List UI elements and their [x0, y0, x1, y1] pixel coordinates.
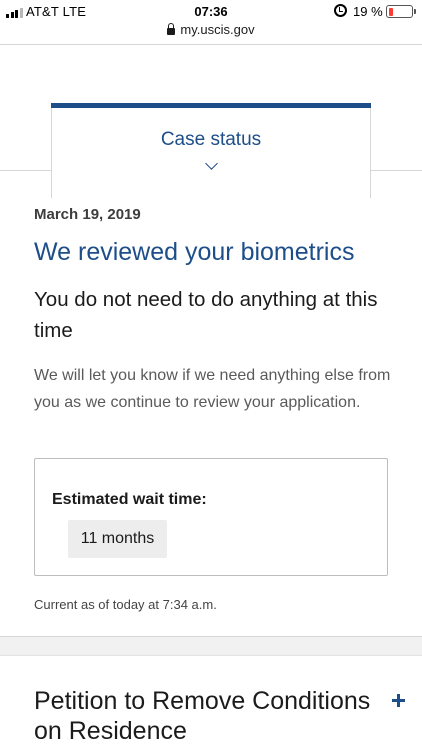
tab-case-status[interactable]: Case status [51, 103, 371, 198]
battery-level [388, 7, 393, 16]
case-card-petition[interactable]: Petition to Remove Conditions on Residen… [0, 655, 422, 750]
wait-time-box: Estimated wait time: 11 months [34, 458, 388, 576]
wait-time-value: 11 months [68, 520, 167, 558]
wait-time-label: Estimated wait time: [52, 491, 207, 508]
divider [0, 44, 422, 45]
clipped-text-right: ▔▔▔▔▔▔▔▔▔▔▔ [214, 34, 350, 44]
status-bar: AT&T LTE 07:36 19 % [0, 0, 422, 24]
clipped-content-remnant: ▔▔▔▔▔▔▔▔▔▔ ▔▔▔▔▔▔▔▔▔▔▔ [0, 34, 422, 44]
tab-label: Case status [160, 129, 262, 150]
battery-cap [414, 9, 416, 14]
section-gap [0, 637, 422, 655]
battery-percent: 19 % [353, 4, 383, 19]
alarm-icon [334, 4, 347, 17]
tab-active-indicator [51, 103, 371, 108]
plus-icon[interactable] [392, 694, 405, 707]
clipped-text-left: ▔▔▔▔▔▔▔▔▔▔ [34, 34, 158, 44]
status-title: We reviewed your biometrics [34, 238, 355, 266]
status-action: You do not need to do anything at this t… [34, 288, 378, 342]
last-updated: Current as of today at 7:34 a.m. [34, 597, 217, 612]
status-description: We will let you know if we need anything… [34, 367, 391, 411]
status-date: March 19, 2019 [34, 206, 141, 223]
battery-icon [386, 5, 413, 18]
case-card-title[interactable]: Petition to Remove Conditions on Residen… [34, 686, 384, 746]
chevron-down-icon[interactable] [205, 157, 218, 170]
